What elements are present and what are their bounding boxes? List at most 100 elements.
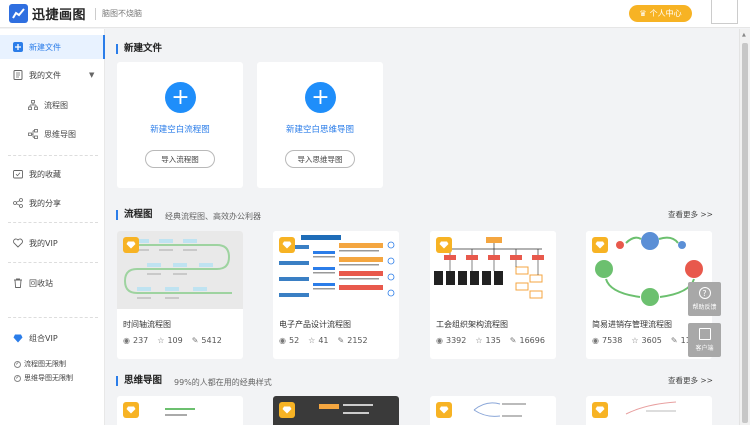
sidebar-item-label: 流程图 (44, 100, 68, 110)
star-icon[interactable]: ☆ (475, 336, 482, 345)
client-download-label: 客户端 (695, 345, 714, 352)
vip-feature-flowchart: ✓ 流程图无限制 (14, 359, 66, 369)
view-count: 3392 (445, 336, 467, 345)
sidebar-item-mindmap[interactable]: 思维导图 (0, 122, 105, 146)
new-flowchart-card[interactable]: + 新建空白流程图 导入流程图 (117, 62, 243, 188)
avatar[interactable] (711, 0, 738, 24)
view-count: 7538 (601, 336, 623, 345)
edit-count: 2152 (347, 336, 368, 345)
template-title[interactable]: 工会组织架构流程图 (436, 319, 508, 330)
template-thumbnail[interactable] (273, 231, 399, 309)
like-count: 135 (485, 336, 501, 345)
mindmap-template-card[interactable] (117, 396, 243, 425)
crown-icon: ♛ (639, 9, 647, 18)
import-flowchart-button[interactable]: 导入流程图 (145, 150, 215, 168)
plus-square-icon (13, 42, 23, 52)
chevron-down-icon: ▼ (89, 71, 95, 79)
section-title-mindmap: 思维导图 (116, 376, 162, 386)
import-mindmap-button[interactable]: 导入思维导图 (285, 150, 355, 168)
template-card[interactable]: 电子产品设计流程图 ◉ 52 ☆ 41 ✎ 2152 (273, 231, 399, 359)
top-bar: 迅捷画图 脑图不烧脑 ♛ 个人中心 (0, 0, 750, 28)
sidebar-item-label: 我的文件 (29, 70, 61, 80)
eye-icon: ◉ (592, 336, 599, 345)
template-stats: ◉ 237 ☆ 109 ✎ 5412 (123, 336, 231, 345)
page-scrollbar[interactable]: ▲ (739, 29, 750, 425)
template-card[interactable]: 时间轴流程图 ◉ 237 ☆ 109 ✎ 5412 (117, 231, 243, 359)
sidebar: 新建文件 我的文件 ▼ 流程图 思维导图 我的收藏 我的分享 我的VIP 回收站… (0, 29, 105, 425)
template-card[interactable]: 工会组织架构流程图 ◉ 3392 ☆ 135 ✎ 16696 (430, 231, 556, 359)
user-center-button[interactable]: ♛ 个人中心 (629, 5, 692, 22)
help-feedback-label: 帮助反馈 (692, 304, 717, 311)
template-stats: ◉ 52 ☆ 41 ✎ 2152 (279, 336, 377, 345)
edit-icon[interactable]: ✎ (510, 336, 517, 345)
sidebar-divider (8, 155, 98, 156)
app-name: 迅捷画图 (32, 8, 87, 23)
sidebar-item-new-file[interactable]: 新建文件 (0, 35, 105, 59)
edit-icon[interactable]: ✎ (192, 336, 199, 345)
vip-badge-icon (592, 237, 608, 253)
question-icon: ? (698, 287, 711, 299)
like-count: 3605 (641, 336, 662, 345)
view-count: 237 (132, 336, 149, 345)
template-thumbnail[interactable] (430, 231, 556, 309)
mindmap-template-card[interactable] (586, 396, 712, 425)
edit-count: 5412 (201, 336, 222, 345)
template-stats: ◉ 3392 ☆ 135 ✎ 16696 (436, 336, 554, 345)
scrollbar-thumb[interactable] (742, 43, 748, 423)
template-thumbnail[interactable] (117, 231, 243, 309)
check-circle-icon: ✓ (14, 374, 21, 382)
see-more-mindmap-link[interactable]: 查看更多 >> (668, 375, 713, 386)
sidebar-item-label: 我的收藏 (29, 169, 61, 179)
eye-icon: ◉ (123, 336, 130, 345)
folder-star-icon (13, 169, 23, 179)
monitor-icon (698, 328, 711, 340)
edit-icon[interactable]: ✎ (338, 336, 345, 345)
scroll-up-icon[interactable]: ▲ (742, 32, 746, 38)
sidebar-item-favorites[interactable]: 我的收藏 (0, 162, 105, 186)
vip-badge-icon (279, 237, 295, 253)
edit-icon[interactable]: ✎ (671, 336, 678, 345)
plus-icon[interactable]: + (305, 82, 336, 113)
check-circle-icon: ✓ (14, 360, 21, 368)
eye-icon: ◉ (436, 336, 443, 345)
sidebar-item-shares[interactable]: 我的分享 (0, 191, 105, 215)
view-count: 52 (288, 336, 300, 345)
section-subtitle-mindmap: 99%的人都在用的经典样式 (174, 378, 272, 387)
sidebar-item-my-files[interactable]: 我的文件 ▼ (0, 63, 105, 87)
sidebar-item-my-vip[interactable]: 我的VIP (0, 231, 105, 255)
help-feedback-button[interactable]: ? 帮助反馈 (688, 282, 721, 316)
sidebar-divider (8, 317, 98, 318)
client-download-button[interactable]: 客户端 (688, 323, 721, 357)
sidebar-item-combo-vip[interactable]: 组合VIP (0, 326, 105, 350)
see-more-flowchart-link[interactable]: 查看更多 >> (668, 209, 713, 220)
template-title[interactable]: 电子产品设计流程图 (279, 319, 351, 330)
chart-line-icon (9, 4, 28, 23)
template-title[interactable]: 时间轴流程图 (123, 319, 171, 330)
sidebar-item-label: 思维导图 (44, 129, 76, 139)
share-icon (13, 198, 23, 208)
vip-badge-icon (436, 237, 452, 253)
vip-feature-label: 思维导图无限制 (24, 374, 73, 382)
template-title[interactable]: 简易进销存管理流程图 (592, 319, 672, 330)
vip-feature-mindmap: ✓ 思维导图无限制 (14, 373, 73, 383)
trash-icon (13, 278, 23, 288)
star-icon[interactable]: ☆ (308, 336, 315, 345)
plus-icon[interactable]: + (165, 82, 196, 113)
sidebar-item-label: 我的VIP (29, 238, 58, 248)
eye-icon: ◉ (279, 336, 286, 345)
app-logo[interactable]: 迅捷画图 (9, 4, 86, 23)
new-mindmap-label[interactable]: 新建空白思维导图 (257, 123, 383, 135)
star-icon[interactable]: ☆ (157, 336, 164, 345)
star-icon[interactable]: ☆ (631, 336, 638, 345)
new-flowchart-label[interactable]: 新建空白流程图 (117, 123, 243, 135)
mindmap-template-card[interactable] (430, 396, 556, 425)
sidebar-item-label: 回收站 (29, 278, 53, 288)
sidebar-item-recycle[interactable]: 回收站 (0, 271, 105, 295)
like-count: 41 (318, 336, 329, 345)
sidebar-item-flowchart[interactable]: 流程图 (0, 93, 105, 117)
template-stats: ◉ 7538 ☆ 3605 ✎ 11 (592, 336, 700, 345)
new-mindmap-card[interactable]: + 新建空白思维导图 导入思维导图 (257, 62, 383, 188)
file-list-icon (13, 70, 23, 80)
mindmap-template-card[interactable] (273, 396, 399, 425)
vip-heart-icon (13, 238, 23, 248)
